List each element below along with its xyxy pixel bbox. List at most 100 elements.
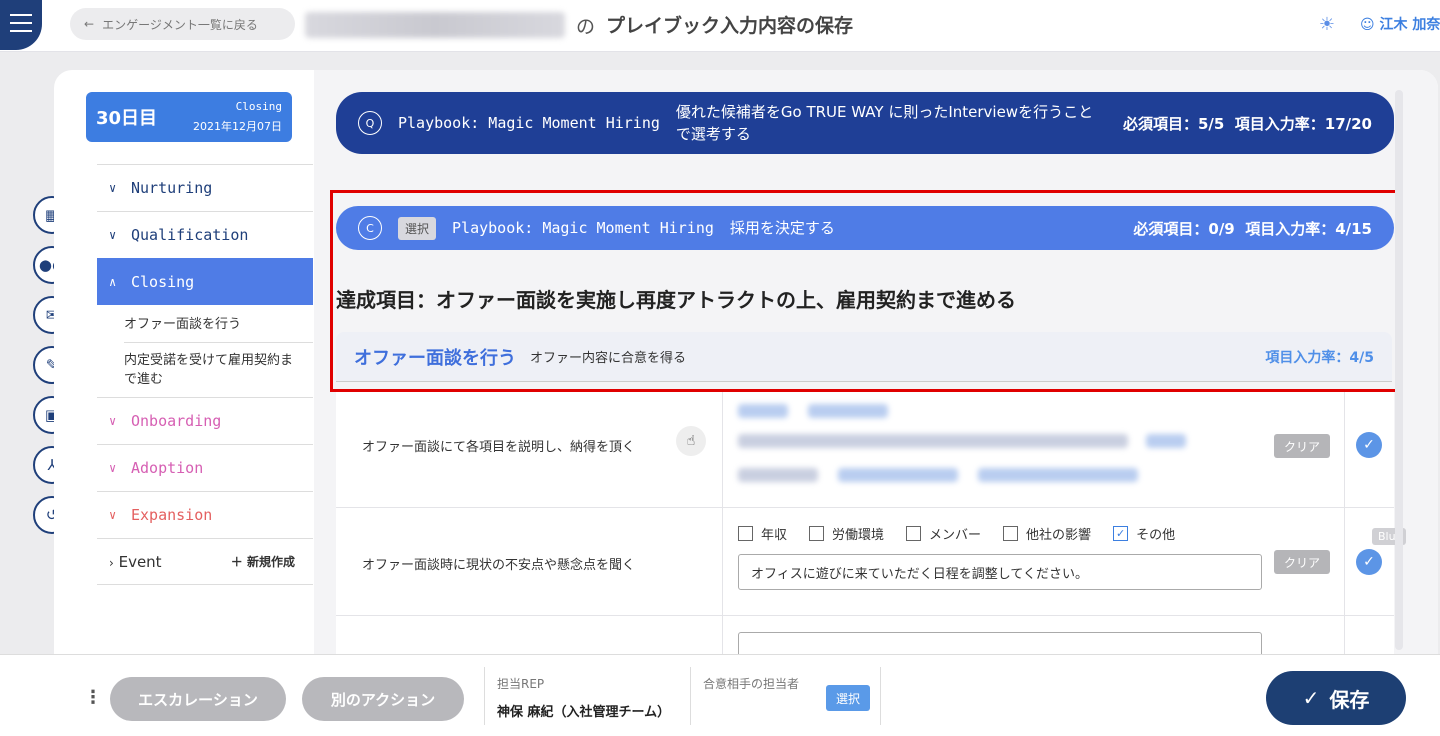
clear-button[interactable]: クリア — [1274, 550, 1330, 574]
scrollbar[interactable] — [1395, 90, 1403, 650]
sidebar-item-nurturing[interactable]: ∨ Nurturing — [97, 164, 313, 211]
sun-icon[interactable]: ☀ — [1317, 14, 1337, 35]
playbook-goal: 優れた候補者をGo TRUE WAY に則ったInterviewを行うことで選考… — [675, 103, 1094, 143]
input-rate: 項目入力率：17/20 — [1234, 114, 1372, 133]
checkbox-label: その他 — [1136, 528, 1176, 543]
back-button-label: エンゲージメント一覧に戻る — [102, 17, 258, 32]
stage-name: Closing — [235, 100, 282, 113]
sidebar-item-label: Expansion — [131, 506, 213, 524]
chevron-up-icon: ∧ — [109, 274, 117, 289]
playbook-name: Playbook: Magic Moment Hiring — [452, 219, 714, 237]
rep-name: 神保 麻紀（入社管理チーム） — [497, 705, 671, 720]
chevron-down-icon: ∨ — [109, 508, 117, 522]
subitem-contract[interactable]: 内定受諾を受けて雇用契約まで進む — [124, 351, 299, 389]
sidebar-item-onboarding[interactable]: ∨ Onboarding — [97, 397, 313, 444]
hamburger-icon — [10, 11, 32, 35]
playbook-goal: 採用を決定する — [729, 219, 835, 237]
blurred-field — [738, 434, 1128, 448]
arrow-left-icon: ← — [84, 17, 95, 31]
sidebar-item-label: Adoption — [131, 459, 204, 477]
chevron-right-icon: › — [109, 555, 114, 570]
row-divider — [722, 508, 723, 615]
section-header[interactable]: オファー面談を行う オファー内容に合意を得る 項目入力率：4/5 — [336, 332, 1392, 382]
divider — [690, 667, 691, 725]
section-rate: 項目入力率：4/5 — [1265, 349, 1374, 366]
save-label: 保存 — [1329, 687, 1370, 712]
stage-tag-c: C — [358, 216, 382, 240]
main-card: 30日目 Closing 2021年12月07日 ∨ Nurturing ∨ Q… — [54, 70, 1438, 670]
bottom-bar: ⋮ エスカレーション 別のアクション 担当REP 神保 麻紀（入社管理チーム） … — [0, 654, 1440, 736]
playbook-banner-qualification[interactable]: Q Playbook: Magic Moment Hiring 優れた候補者をG… — [336, 92, 1394, 154]
checkbox-other-companies[interactable]: 他社の影響 — [1003, 524, 1091, 543]
counterpart-label: 合意相手の担当者 — [703, 677, 800, 691]
section-subtitle: オファー内容に合意を得る — [530, 351, 687, 366]
hand-pointer-icon[interactable]: ☝ — [676, 426, 706, 456]
row-label: オファー面談時に現状の不安点や懸念点を聞く — [362, 558, 636, 573]
check-icon: ✓ — [1302, 686, 1320, 710]
checkbox-box — [906, 526, 922, 541]
subitem-offer-interview[interactable]: オファー面談を行う — [124, 315, 313, 343]
concern-text-input[interactable]: オフィスに遊びに来ていただく日程を調整してください。 — [738, 554, 1262, 590]
section-title: オファー面談を行う — [354, 347, 516, 369]
sidebar-item-event[interactable]: › Event ＋ 新規作成 — [97, 538, 313, 585]
input-rate: 項目入力率：4/15 — [1245, 219, 1372, 238]
required-count: 必須項目：5/5 — [1122, 114, 1225, 133]
playbook-name: Playbook: Magic Moment Hiring — [398, 114, 660, 132]
sidebar-item-expansion[interactable]: ∨ Expansion — [97, 491, 313, 538]
chevron-down-icon: ∨ — [109, 228, 117, 242]
other-action-button[interactable]: 別のアクション — [302, 677, 464, 721]
new-create-label: 新規作成 — [246, 555, 295, 569]
check-circle-icon[interactable]: ✓ — [1356, 432, 1382, 458]
concern-options: 年収 労働環境 メンバー 他社の影響 ✓ その他 — [738, 524, 1175, 543]
back-button[interactable]: ← エンゲージメント一覧に戻る — [70, 8, 295, 40]
sidebar-item-label: Nurturing — [131, 179, 213, 197]
checkbox-label: 年収 — [761, 528, 788, 543]
title-particle: の — [576, 16, 596, 38]
sidebar-item-label: Closing — [131, 272, 195, 291]
blurred-field — [738, 468, 818, 482]
checkbox-members[interactable]: メンバー — [906, 524, 981, 543]
blurred-field — [978, 468, 1138, 482]
sidebar-item-label: Event — [118, 552, 162, 571]
escalation-button[interactable]: エスカレーション — [110, 677, 286, 721]
divider — [484, 667, 485, 725]
user-menu[interactable]: ☺ 江木 加奈 — [1360, 14, 1440, 34]
closing-subitems: オファー面談を行う 内定受諾を受けて雇用契約まで進む — [97, 305, 313, 397]
stage-tag-q: Q — [358, 111, 382, 135]
clear-button[interactable]: クリア — [1274, 434, 1330, 458]
checkbox-label: 他社の影響 — [1026, 528, 1092, 543]
stage-badge: 30日目 Closing 2021年12月07日 — [86, 92, 292, 142]
stage-sidebar: ∨ Nurturing ∨ Qualification ∧ Closing オフ… — [97, 164, 313, 585]
save-button[interactable]: ✓ 保存 — [1266, 671, 1406, 725]
chevron-down-icon: ∨ — [109, 181, 117, 195]
checkbox-environment[interactable]: 労働環境 — [809, 524, 884, 543]
top-bar: ← エンゲージメント一覧に戻る の プレイブック入力内容の保存 ☀ ☺ 江木 加… — [0, 0, 1440, 52]
select-counterpart-button[interactable]: 選択 — [826, 685, 870, 711]
checkbox-other[interactable]: ✓ その他 — [1113, 524, 1175, 543]
blurred-field — [838, 468, 958, 482]
playbook-stats: 必須項目：0/9 項目入力率：4/15 — [1133, 218, 1372, 239]
user-name: 江木 加奈 — [1379, 17, 1440, 33]
sidebar-item-label: Onboarding — [131, 412, 222, 430]
check-circle-icon[interactable]: ✓ — [1356, 549, 1382, 575]
checkbox-salary[interactable]: 年収 — [738, 524, 787, 543]
playbook-stats: 必須項目：5/5 項目入力率：17/20 — [1123, 113, 1372, 134]
sidebar-item-closing[interactable]: ∧ Closing — [97, 258, 313, 305]
chevron-down-icon: ∨ — [109, 461, 117, 475]
checkbox-label: メンバー — [929, 528, 982, 543]
new-create-button[interactable]: ＋ 新規作成 — [231, 553, 295, 570]
checkbox-box — [738, 526, 753, 541]
kebab-menu-icon[interactable]: ⋮ — [84, 687, 102, 708]
menu-button[interactable] — [0, 0, 42, 50]
sidebar-item-qualification[interactable]: ∨ Qualification — [97, 211, 313, 258]
user-icon: ☺ — [1360, 17, 1380, 33]
sidebar-item-adoption[interactable]: ∨ Adoption — [97, 444, 313, 491]
check-icon: ✓ — [1113, 526, 1129, 541]
chevron-down-icon: ∨ — [109, 414, 117, 428]
checkbox-box — [809, 526, 825, 541]
blurred-field — [738, 404, 788, 418]
playbook-banner-closing[interactable]: C 選択 Playbook: Magic Moment Hiring 採用を決定… — [336, 206, 1394, 250]
stage-day: 30日目 — [96, 108, 158, 129]
goal-title: 達成項目：オファー面談を実施し再度アトラクトの上、雇用契約まで進める — [336, 288, 1016, 312]
select-tag[interactable]: 選択 — [398, 216, 437, 240]
